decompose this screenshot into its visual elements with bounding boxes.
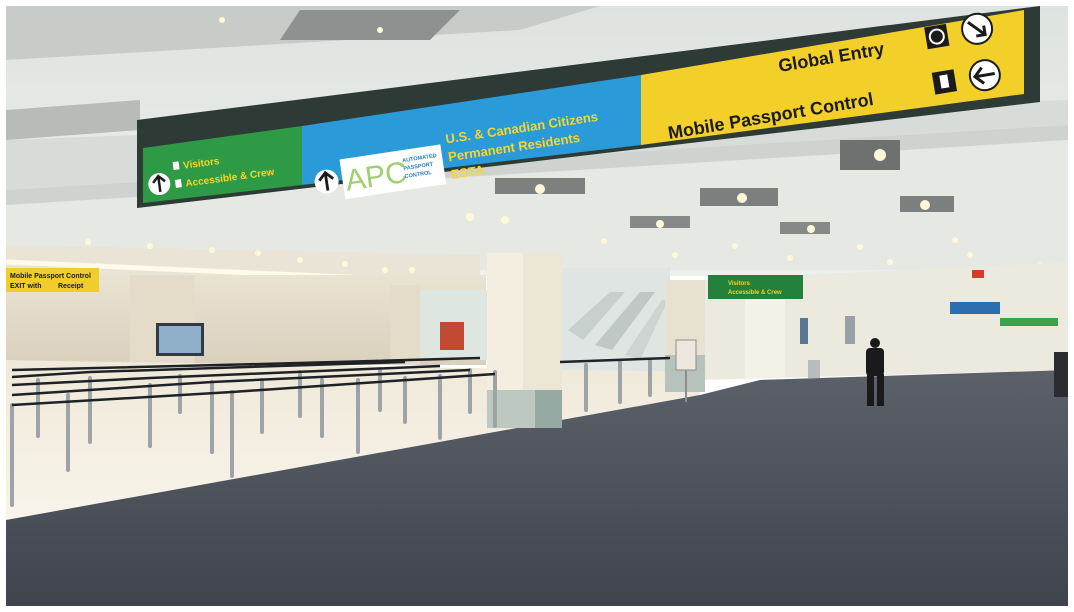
sign-stand xyxy=(675,339,697,371)
global-entry-badge-icon xyxy=(924,23,950,50)
corridor-sign-green xyxy=(1000,318,1058,326)
mid-sign-line1: Visitors xyxy=(728,281,751,287)
main-pillar-base-shade xyxy=(535,390,562,428)
trash-bin xyxy=(808,360,820,378)
left-sign-line2: EXIT with xyxy=(10,283,42,290)
corridor-pillar xyxy=(745,298,785,378)
airport-arrivals-hall-photo: Mobile Passport Control EXIT with Receip… xyxy=(0,0,1074,612)
mid-sign: Visitors Accessible & Crew xyxy=(708,275,803,299)
person-pictogram-icon xyxy=(172,161,180,171)
exit-sign xyxy=(972,270,984,278)
mid-sign-line2: Accessible & Crew xyxy=(728,290,782,296)
scene-svg: Mobile Passport Control EXIT with Receip… xyxy=(0,0,1074,612)
left-sign-line3: Receipt xyxy=(58,283,84,290)
vehicle-edge xyxy=(1054,352,1068,397)
wheelchair-icon xyxy=(174,179,182,188)
pillar-back-mid xyxy=(390,285,420,365)
corridor-poster xyxy=(800,318,808,344)
left-sign: Mobile Passport Control EXIT with Receip… xyxy=(6,268,99,292)
tv-screen xyxy=(159,326,201,353)
ceiling-vent xyxy=(280,10,460,40)
poster xyxy=(440,322,464,350)
corridor-sign-blue xyxy=(950,302,1000,314)
corridor-window xyxy=(845,316,855,344)
left-sign-line1: Mobile Passport Control xyxy=(10,273,91,280)
